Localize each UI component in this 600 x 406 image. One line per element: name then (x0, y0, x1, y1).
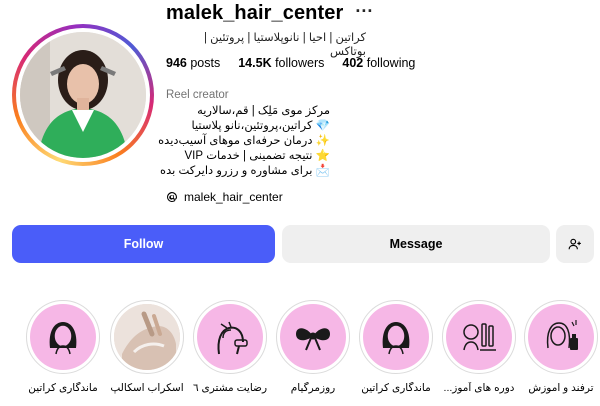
hair-tools-icon (463, 323, 496, 351)
followers-label: followers (275, 56, 325, 70)
highlight-ring (442, 300, 516, 374)
highlight-ring (359, 300, 433, 374)
creator-category-label: Reel creator (166, 89, 229, 101)
ellipsis-icon[interactable]: ··· (355, 2, 373, 20)
highlight-cover (114, 304, 180, 370)
highlight-ring (276, 300, 350, 374)
highlight-ring (26, 300, 100, 374)
posts-label: posts (190, 56, 221, 70)
scalp-photo-icon (114, 304, 180, 370)
highlight-item[interactable]: ترفند و اموزش (522, 300, 600, 394)
highlight-label: اسکراب اسکالپ (110, 382, 184, 394)
threads-link[interactable]: malek_hair_center (166, 190, 283, 204)
followers-stat[interactable]: 14.5K followers (238, 56, 324, 70)
avatar[interactable] (20, 32, 146, 158)
highlight-label: دوره های آموز... (443, 382, 515, 394)
threads-icon (167, 192, 177, 202)
woman-product-icon (546, 320, 578, 350)
bow-icon (296, 328, 330, 351)
highlight-cover (30, 304, 96, 370)
highlight-item[interactable]: دوره های آموز... (440, 300, 518, 394)
highlight-item[interactable]: ماندگاری کراتین (24, 300, 102, 394)
follow-button-label: Follow (123, 237, 164, 251)
username-row: malek_hair_center ··· (166, 2, 373, 25)
bio-line: ✨ درمان حرفه‌ای موهای آسیب‌دیده (158, 135, 330, 147)
following-label: following (366, 56, 416, 70)
follow-button[interactable]: Follow (12, 225, 275, 263)
message-button[interactable]: Message (282, 225, 550, 263)
profile-stats: 946 posts 14.5K followers 402 following (166, 56, 415, 70)
highlight-label: ماندگاری کراتین (361, 382, 431, 394)
highlight-label: رضایت مشتری ٦ (192, 382, 268, 394)
highlight-cover (446, 304, 512, 370)
following-count: 402 (342, 56, 364, 70)
profile-bio: مرکز موی مَلِک | قم،سالاریه 💎 کراتین،پرو… (158, 104, 330, 179)
highlight-item[interactable]: اسکراب اسکالپ (108, 300, 186, 394)
hair-dryer-icon (217, 321, 248, 355)
highlight-cover (528, 304, 594, 370)
highlight-ring (110, 300, 184, 374)
woman-face-icon (382, 322, 410, 355)
avatar-image (20, 32, 146, 158)
profile-avatar-ring[interactable] (12, 24, 154, 166)
threads-handle: malek_hair_center (184, 190, 283, 204)
bio-line: ⭐ نتیجه تضمینی | خدمات VIP (184, 150, 330, 162)
highlight-item[interactable]: روزمرگیام (274, 300, 352, 394)
add-user-button[interactable] (556, 225, 594, 263)
following-stat[interactable]: 402 following (342, 56, 415, 70)
highlight-ring (524, 300, 598, 374)
posts-stat: 946 posts (166, 56, 220, 70)
bio-line: مرکز موی مَلِک | قم،سالاریه (197, 105, 330, 117)
highlight-cover (197, 304, 263, 370)
avatar-frame (16, 28, 150, 162)
profile-category-line: کراتین | احیا | نانوپلاستیا | پروتئین | … (203, 32, 366, 58)
highlight-ring (193, 300, 267, 374)
highlight-cover (280, 304, 346, 370)
highlight-label: ترفند و اموزش (528, 382, 594, 394)
highlight-item[interactable]: ماندگاری کراتین (357, 300, 435, 394)
story-highlights: ماندگاری کراتین اسکراب اسکالپ رضایت مشتر… (0, 300, 600, 406)
highlight-cover (363, 304, 429, 370)
posts-count: 946 (166, 56, 187, 70)
followers-count: 14.5K (238, 56, 272, 70)
bio-line: 📩 برای مشاوره و رزرو دایرکت بده (160, 165, 330, 177)
woman-face-icon (49, 322, 77, 355)
highlight-label: ماندگاری کراتین (28, 382, 98, 394)
add-user-icon (568, 238, 581, 250)
message-button-label: Message (389, 237, 443, 251)
bio-line: 💎 کراتین،پروتئین،نانو پلاستیا (191, 120, 330, 132)
highlight-label: روزمرگیام (290, 382, 336, 394)
profile-username: malek_hair_center (166, 2, 344, 24)
highlight-item[interactable]: رضایت مشتری ٦ (191, 300, 269, 394)
